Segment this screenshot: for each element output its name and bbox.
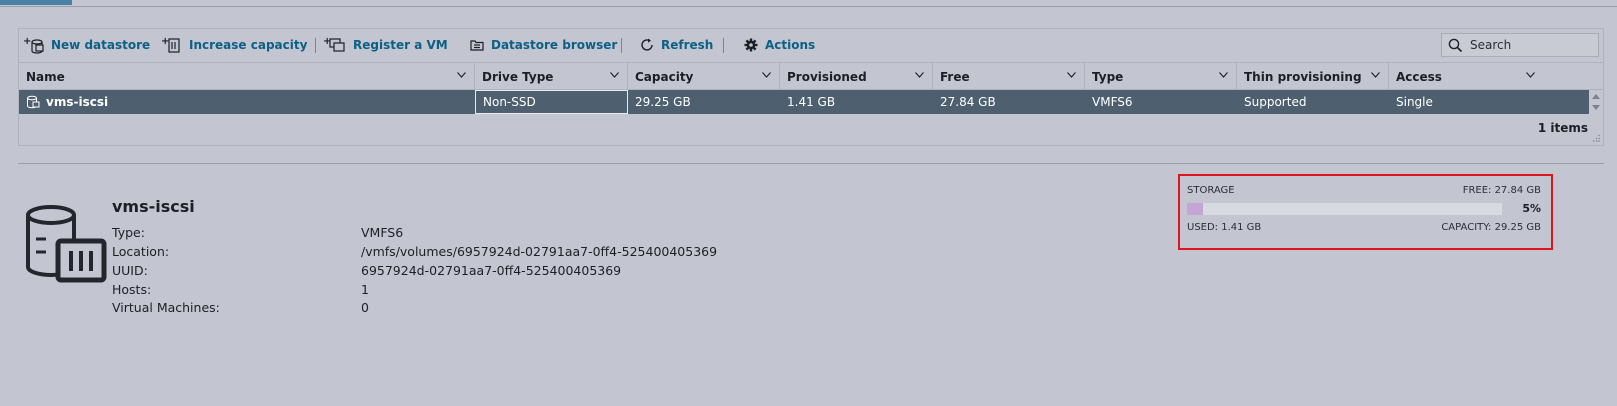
svg-text:+: + xyxy=(161,36,169,47)
toolbar-separator xyxy=(621,38,622,53)
chevron-down-icon xyxy=(1526,72,1535,78)
cell-type[interactable]: VMFS6 xyxy=(1085,90,1237,114)
drive-type-value: Non-SSD xyxy=(483,95,536,109)
storage-used: USED: 1.41 GB xyxy=(1187,222,1262,233)
chevron-down-icon xyxy=(610,72,619,78)
chevron-down-icon xyxy=(1371,72,1380,78)
refresh-button[interactable]: Refresh xyxy=(639,35,713,55)
column-header-type[interactable]: Type xyxy=(1085,63,1237,90)
scroll-up-icon[interactable] xyxy=(1592,94,1600,99)
actions-button[interactable]: Actions xyxy=(743,35,815,55)
toolbar-separator xyxy=(723,38,724,53)
capacity-value: 29.25 GB xyxy=(635,95,691,109)
toolbar: + New datastore + Increase capacity + Re… xyxy=(19,29,1603,62)
column-header-label: Name xyxy=(26,69,65,84)
datastore-name: vms-iscsi xyxy=(46,95,109,109)
column-header-free[interactable]: Free xyxy=(933,63,1085,90)
storage-usage-bar xyxy=(1187,203,1502,215)
gear-icon xyxy=(744,38,758,52)
type-value: VMFS6 xyxy=(361,225,404,240)
svg-text:+: + xyxy=(23,36,31,47)
table-header: Name Drive Type Capacity Provisioned Fre… xyxy=(19,62,1603,90)
storage-free: FREE: 27.84 GB xyxy=(1462,185,1541,196)
cell-free[interactable]: 27.84 GB xyxy=(933,90,1085,114)
table-row[interactable]: vms-iscsi Non-SSD 29.25 GB 1.41 GB 27.84… xyxy=(19,90,1589,114)
scroll-down-icon[interactable] xyxy=(1592,105,1600,110)
storage-usage-fill xyxy=(1187,203,1203,215)
storage-capacity: CAPACITY: 29.25 GB xyxy=(1441,222,1541,233)
uuid-value: 6957924d-02791aa7-0ff4-525400405369 xyxy=(361,263,622,278)
chevron-down-icon xyxy=(1219,72,1228,78)
search-box[interactable] xyxy=(1441,33,1599,57)
column-header-name[interactable]: Name xyxy=(19,63,475,90)
increase-capacity-button[interactable]: + Increase capacity xyxy=(161,35,307,55)
chevron-down-icon xyxy=(915,72,924,78)
hosts-value: 1 xyxy=(361,282,369,297)
increase-capacity-icon: + xyxy=(161,36,180,53)
datastore-grid: + New datastore + Increase capacity + Re… xyxy=(18,28,1604,146)
chevron-down-icon xyxy=(457,72,466,78)
register-vm-icon: + xyxy=(323,36,345,52)
column-header-label: Provisioned xyxy=(787,69,867,84)
column-header-provisioned[interactable]: Provisioned xyxy=(780,63,933,90)
cell-capacity[interactable]: 29.25 GB xyxy=(628,90,780,114)
column-header-access[interactable]: Access xyxy=(1389,63,1543,90)
chevron-down-icon xyxy=(1067,72,1076,78)
access-value: Single xyxy=(1396,95,1433,109)
column-header-label: Type xyxy=(1092,69,1124,84)
section-divider xyxy=(18,163,1604,164)
provisioned-value: 1.41 GB xyxy=(787,95,836,109)
cell-thin-provisioning[interactable]: Supported xyxy=(1237,90,1389,114)
search-input[interactable] xyxy=(1468,37,1592,53)
register-vm-button[interactable]: + Register a VM xyxy=(323,35,448,55)
virtual-machines-value: 0 xyxy=(361,300,369,315)
uuid-label: UUID: xyxy=(112,263,148,278)
register-vm-label: Register a VM xyxy=(353,38,448,52)
scrollbar[interactable] xyxy=(1591,91,1601,113)
thin-provisioning-value: Supported xyxy=(1244,95,1307,109)
datastore-icon xyxy=(27,95,40,109)
toolbar-separator xyxy=(315,38,316,53)
location-value: /vmfs/volumes/6957924d-02791aa7-0ff4-525… xyxy=(361,244,718,259)
free-value: 27.84 GB xyxy=(940,95,996,109)
cell-drive-type[interactable]: Non-SSD xyxy=(475,90,628,114)
chevron-down-icon xyxy=(762,72,771,78)
storage-percent: 5% xyxy=(1522,202,1541,215)
cell-provisioned[interactable]: 1.41 GB xyxy=(780,90,933,114)
search-icon xyxy=(1448,38,1463,52)
storage-usage-panel: STORAGE FREE: 27.84 GB 5% USED: 1.41 GB … xyxy=(1178,174,1553,250)
virtual-machines-label: Virtual Machines: xyxy=(112,300,220,315)
column-header-label: Free xyxy=(940,69,970,84)
refresh-label: Refresh xyxy=(661,38,714,52)
refresh-icon xyxy=(641,38,653,51)
resize-grip-icon[interactable] xyxy=(1592,134,1600,142)
column-header-label: Drive Type xyxy=(482,69,554,84)
datastore-browser-label: Datastore browser xyxy=(491,38,618,52)
column-header-capacity[interactable]: Capacity xyxy=(628,63,780,90)
column-header-label: Capacity xyxy=(635,69,694,84)
column-header-label: Thin provisioning xyxy=(1244,69,1362,84)
active-tab-indicator xyxy=(0,0,72,5)
actions-label: Actions xyxy=(765,38,816,52)
cell-name[interactable]: vms-iscsi xyxy=(19,90,475,114)
location-label: Location: xyxy=(112,244,170,259)
datastore-large-icon xyxy=(26,205,107,283)
new-datastore-icon: + xyxy=(23,36,44,54)
increase-capacity-label: Increase capacity xyxy=(189,38,308,52)
new-datastore-button[interactable]: + New datastore xyxy=(23,35,150,55)
new-datastore-label: New datastore xyxy=(51,38,151,52)
datastore-browser-icon xyxy=(470,40,484,51)
top-divider xyxy=(0,6,1617,7)
item-count: 1 items xyxy=(1537,121,1588,135)
cell-access[interactable]: Single xyxy=(1389,90,1529,114)
column-header-thin-provisioning[interactable]: Thin provisioning xyxy=(1237,63,1389,90)
datastore-browser-button[interactable]: Datastore browser xyxy=(469,35,617,55)
column-header-drive-type[interactable]: Drive Type xyxy=(475,63,628,90)
type-label: Type: xyxy=(112,225,145,240)
hosts-label: Hosts: xyxy=(112,282,152,297)
datastore-title: vms-iscsi xyxy=(112,197,195,216)
storage-label: STORAGE xyxy=(1187,185,1235,196)
type-value: VMFS6 xyxy=(1092,95,1133,109)
column-header-label: Access xyxy=(1396,69,1442,84)
